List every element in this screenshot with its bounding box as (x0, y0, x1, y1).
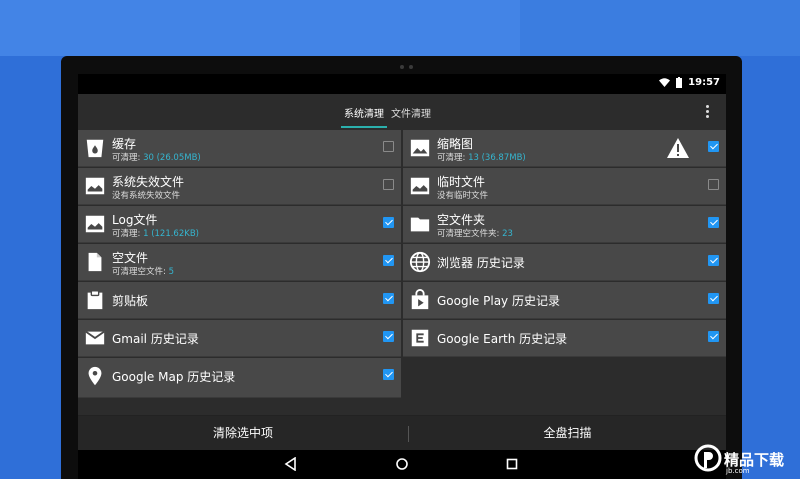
status-bar: 19:57 (78, 74, 726, 94)
list-item-system-invalid-files[interactable]: 系统失效文件 没有系统失效文件 (78, 168, 401, 205)
list-item-thumbnails[interactable]: 缩略图 可清理: 13 (36.87MB) (403, 130, 726, 167)
checkbox[interactable] (383, 217, 394, 228)
camera-dot (409, 65, 413, 69)
broken-image-icon (85, 177, 105, 195)
watermark: 精品下载 jb.com (692, 440, 800, 479)
full-scan-button[interactable]: 全盘扫描 (409, 416, 726, 450)
broken-image-icon (410, 177, 430, 195)
list-item-clipboard[interactable]: 剪贴板 (78, 282, 401, 319)
earth-letter-icon (411, 329, 429, 347)
camera-dot (400, 65, 404, 69)
list-item-cache[interactable]: 缓存 可清理: 30 (26.05MB) (78, 130, 401, 167)
item-title: Google Play 历史记录 (437, 294, 560, 308)
play-store-icon (411, 289, 429, 310)
recents-icon[interactable] (505, 457, 519, 471)
checkbox[interactable] (383, 141, 394, 152)
list-item-google-map-history[interactable]: Google Map 历史记录 (78, 358, 401, 398)
list-item-empty-folders[interactable]: 空文件夹 可清理空文件夹: 23 (403, 206, 726, 243)
item-title: Google Map 历史记录 (112, 370, 236, 384)
item-subtitle: 可清理: 30 (26.05MB) (112, 153, 201, 163)
item-subtitle: 没有系统失效文件 (112, 191, 181, 201)
item-title: Gmail 历史记录 (112, 332, 199, 346)
item-subtitle: 可清理: 1 (121.62KB) (112, 229, 199, 239)
item-title: 空文件 (112, 251, 149, 265)
item-title: Log文件 (112, 213, 158, 227)
checkbox[interactable] (708, 141, 719, 152)
list-item-empty-files[interactable]: 空文件 可清理空文件: 5 (78, 244, 401, 281)
app-bar: 系统清理 文件清理 (78, 94, 726, 130)
checkbox[interactable] (708, 255, 719, 266)
app-screen: 19:57 系统清理 文件清理 缓存 可清理: 30 (26.05MB) 系统失… (78, 74, 726, 450)
list-item-temp-files[interactable]: 临时文件 没有临时文件 (403, 168, 726, 205)
background (0, 0, 800, 56)
list-item-google-earth-history[interactable]: Google Earth 历史记录 (403, 320, 726, 357)
back-icon[interactable] (284, 457, 298, 471)
bottom-action-bar: 清除选中项 全盘扫描 (78, 415, 726, 450)
item-title: 缓存 (112, 137, 137, 151)
list-item-gmail-history[interactable]: Gmail 历史记录 (78, 320, 401, 357)
watermark-subtext: jb.com (726, 467, 750, 475)
item-title: 缩略图 (437, 137, 474, 151)
item-title: 系统失效文件 (112, 175, 185, 189)
tab-system-clean[interactable]: 系统清理 (344, 105, 384, 120)
item-title: 空文件夹 (437, 213, 486, 227)
checkbox[interactable] (708, 331, 719, 342)
globe-icon (409, 251, 431, 273)
item-title: 剪贴板 (112, 294, 149, 308)
checkbox[interactable] (708, 217, 719, 228)
checkbox[interactable] (383, 331, 394, 342)
list-item-google-play-history[interactable]: Google Play 历史记录 (403, 282, 726, 319)
overflow-menu-icon[interactable] (704, 105, 710, 119)
list-item-log-files[interactable]: Log文件 可清理: 1 (121.62KB) (78, 206, 401, 243)
list-item-browser-history[interactable]: 浏览器 历史记录 (403, 244, 726, 281)
status-time: 19:57 (688, 77, 720, 88)
item-title: Google Earth 历史记录 (437, 332, 568, 346)
item-subtitle: 可清理: 13 (36.87MB) (437, 153, 526, 163)
checkbox[interactable] (383, 255, 394, 266)
image-icon (410, 139, 430, 157)
clipboard-icon (87, 290, 103, 310)
checkbox[interactable] (708, 179, 719, 190)
clear-selected-button[interactable]: 清除选中项 (78, 416, 408, 450)
checkbox[interactable] (383, 179, 394, 190)
watermark-logo-icon (694, 444, 722, 472)
item-subtitle: 可清理空文件夹: 23 (437, 229, 513, 239)
checkbox[interactable] (708, 293, 719, 304)
checkbox[interactable] (383, 369, 394, 380)
folder-icon (410, 217, 430, 232)
item-subtitle: 没有临时文件 (437, 191, 489, 201)
item-subtitle: 可清理空文件: 5 (112, 267, 174, 277)
warning-icon[interactable] (666, 137, 690, 159)
map-pin-icon (88, 366, 102, 386)
checkbox[interactable] (383, 293, 394, 304)
tab-indicator (341, 126, 387, 128)
battery-icon (676, 77, 683, 88)
system-nav-bar (78, 450, 726, 479)
wifi-icon (659, 78, 671, 87)
mail-icon (85, 330, 105, 345)
broken-image-icon (85, 215, 105, 233)
home-icon[interactable] (395, 457, 409, 471)
trash-icon (86, 139, 104, 158)
tab-file-clean[interactable]: 文件清理 (391, 105, 431, 120)
file-icon (88, 252, 102, 272)
item-title: 临时文件 (437, 175, 486, 189)
item-title: 浏览器 历史记录 (437, 256, 525, 270)
